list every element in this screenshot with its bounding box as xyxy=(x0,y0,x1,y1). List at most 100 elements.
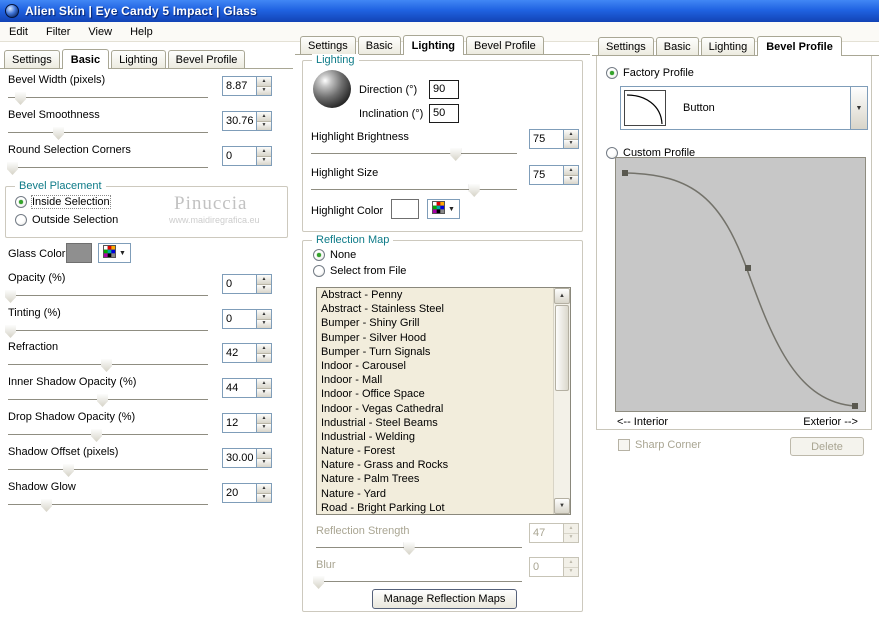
slider-thumb[interactable] xyxy=(97,394,108,407)
shadow-glow-value[interactable]: 20 xyxy=(223,484,256,502)
drop-shadow-value[interactable]: 12 xyxy=(223,414,256,432)
reflection-map-item[interactable]: Bumper - Silver Hood xyxy=(317,331,553,345)
inner-shadow-slider[interactable] xyxy=(8,393,208,407)
curve-point-end[interactable] xyxy=(852,403,858,409)
slider-thumb[interactable] xyxy=(63,464,74,477)
slider-thumb[interactable] xyxy=(5,325,16,338)
reflection-map-item[interactable]: Industrial - Welding xyxy=(317,430,553,444)
slider-thumb[interactable] xyxy=(91,429,102,442)
spin-down-button[interactable]: ▼ xyxy=(257,423,271,432)
spin-up-button[interactable]: ▲ xyxy=(257,484,271,494)
scrollbar-thumb[interactable] xyxy=(555,305,569,391)
spin-up-button[interactable]: ▲ xyxy=(257,379,271,389)
slider-thumb[interactable] xyxy=(15,92,26,105)
left-tab-settings[interactable]: Settings xyxy=(4,50,60,68)
reflection-file-label[interactable]: Select from File xyxy=(330,265,406,277)
light-direction-ball[interactable] xyxy=(313,70,351,108)
left-tab-basic[interactable]: Basic xyxy=(61,49,110,69)
inner-shadow-spinner[interactable]: 44 ▲ ▼ xyxy=(222,378,272,398)
highlight-brightness-value[interactable]: 75 xyxy=(530,130,563,148)
right-tab-bevel-profile[interactable]: Bevel Profile xyxy=(757,36,842,56)
shadow-offset-value[interactable]: 30.00 xyxy=(223,449,256,467)
left-tab-bevel-profile[interactable]: Bevel Profile xyxy=(167,50,246,68)
slider-thumb[interactable] xyxy=(450,148,462,161)
spin-down-button[interactable]: ▼ xyxy=(257,284,271,293)
reflection-map-item[interactable]: Nature - Forest xyxy=(317,444,553,458)
spin-up-button[interactable]: ▲ xyxy=(257,275,271,285)
inner-shadow-value[interactable]: 44 xyxy=(223,379,256,397)
reflection-none-option[interactable]: None xyxy=(313,249,356,261)
opacity-value[interactable]: 0 xyxy=(223,275,256,293)
spin-down-button[interactable]: ▼ xyxy=(257,86,271,95)
menu-help[interactable]: Help xyxy=(121,23,162,41)
reflection-map-item[interactable]: Bumper - Shiny Grill xyxy=(317,316,553,330)
round-corners-slider[interactable] xyxy=(7,161,208,175)
highlight-size-slider[interactable] xyxy=(311,183,517,197)
reflection-map-item[interactable]: Indoor - Vegas Cathedral xyxy=(317,402,553,416)
refraction-value[interactable]: 42 xyxy=(223,344,256,362)
middle-tab-lighting[interactable]: Lighting xyxy=(402,35,465,55)
spin-down-button[interactable]: ▼ xyxy=(564,139,578,148)
spin-up-button[interactable]: ▲ xyxy=(257,77,271,87)
slider-thumb[interactable] xyxy=(53,127,64,140)
blur-slider[interactable] xyxy=(313,575,522,589)
spin-down-button[interactable]: ▼ xyxy=(257,353,271,362)
spin-up-button[interactable]: ▲ xyxy=(257,414,271,424)
shadow-glow-spinner[interactable]: 20 ▲ ▼ xyxy=(222,483,272,503)
reflection-map-item[interactable]: Indoor - Office Space xyxy=(317,387,553,401)
shadow-offset-spinner[interactable]: 30.00 ▲ ▼ xyxy=(222,448,272,468)
reflection-none-radio[interactable] xyxy=(313,249,325,261)
right-tab-basic[interactable]: Basic xyxy=(655,37,699,55)
bevel-smoothness-value[interactable]: 30.76 xyxy=(223,112,256,130)
outside-selection-radio[interactable] xyxy=(15,214,27,226)
middle-tab-basic[interactable]: Basic xyxy=(357,36,401,54)
profile-dropdown-button[interactable]: ▼ xyxy=(850,87,867,129)
slider-thumb[interactable] xyxy=(7,162,18,175)
spin-up-button[interactable]: ▲ xyxy=(257,344,271,354)
highlight-color-swatch[interactable] xyxy=(391,199,419,219)
inside-selection-option[interactable]: Inside Selection xyxy=(15,195,111,209)
reflection-file-option[interactable]: Select from File xyxy=(313,265,406,277)
reflection-map-item[interactable]: Abstract - Stainless Steel xyxy=(317,302,553,316)
spin-down-button[interactable]: ▼ xyxy=(257,156,271,165)
left-tab-lighting[interactable]: Lighting xyxy=(111,50,166,68)
bevel-smoothness-spinner[interactable]: 30.76 ▲ ▼ xyxy=(222,111,272,131)
highlight-color-dropdown[interactable]: ▼ xyxy=(427,199,460,219)
drop-shadow-spinner[interactable]: 12 ▲ ▼ xyxy=(222,413,272,433)
shadow-glow-slider[interactable] xyxy=(8,498,208,512)
reflection-map-item[interactable]: Nature - Grass and Rocks xyxy=(317,458,553,472)
inclination-input[interactable]: 50 xyxy=(429,104,459,123)
menu-view[interactable]: View xyxy=(79,23,121,41)
curve-point-start[interactable] xyxy=(622,170,628,176)
drop-shadow-slider[interactable] xyxy=(8,428,208,442)
spin-down-button[interactable]: ▼ xyxy=(564,175,578,184)
reflection-file-radio[interactable] xyxy=(313,265,325,277)
highlight-brightness-slider[interactable] xyxy=(311,147,517,161)
inside-selection-label[interactable]: Inside Selection xyxy=(31,195,111,209)
spin-down-button[interactable]: ▼ xyxy=(257,121,271,130)
opacity-spinner[interactable]: 0 ▲ ▼ xyxy=(222,274,272,294)
spin-down-button[interactable]: ▼ xyxy=(257,493,271,502)
factory-profile-option[interactable]: Factory Profile xyxy=(606,67,694,79)
spin-up-button[interactable]: ▲ xyxy=(257,147,271,157)
list-scrollbar[interactable]: ▲ ▼ xyxy=(553,288,570,514)
round-corners-value[interactable]: 0 xyxy=(223,147,256,165)
slider-thumb[interactable] xyxy=(313,576,325,589)
tinting-slider[interactable] xyxy=(5,324,208,338)
menu-filter[interactable]: Filter xyxy=(37,23,79,41)
spin-up-button[interactable]: ▲ xyxy=(564,130,578,140)
refraction-spinner[interactable]: 42 ▲ ▼ xyxy=(222,343,272,363)
manage-reflection-maps-button[interactable]: Manage Reflection Maps xyxy=(372,589,517,609)
tinting-spinner[interactable]: 0 ▲ ▼ xyxy=(222,309,272,329)
right-tab-settings[interactable]: Settings xyxy=(598,37,654,55)
reflection-none-label[interactable]: None xyxy=(330,249,356,261)
slider-thumb[interactable] xyxy=(403,542,415,555)
reflection-map-item[interactable]: Nature - Palm Trees xyxy=(317,472,553,486)
glass-color-swatch[interactable] xyxy=(66,243,92,263)
reflection-map-item[interactable]: Nature - Yard xyxy=(317,487,553,501)
reflection-strength-slider[interactable] xyxy=(316,541,522,555)
spin-up-button[interactable]: ▲ xyxy=(564,166,578,176)
curve-point-middle[interactable] xyxy=(745,265,751,271)
scrollbar-track[interactable] xyxy=(554,392,570,498)
bevel-width-spinner[interactable]: 8.87 ▲ ▼ xyxy=(222,76,272,96)
